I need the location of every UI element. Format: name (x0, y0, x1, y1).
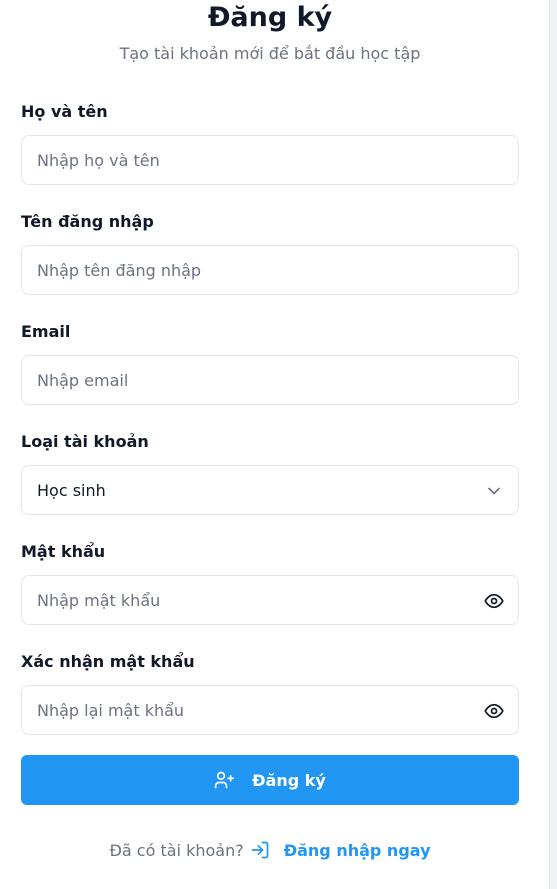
password-field[interactable]: Nhập mật khẩu (21, 575, 519, 625)
fullname-field[interactable]: Nhập họ và tên (21, 135, 519, 185)
login-link[interactable]: Đăng nhập ngay (284, 841, 431, 860)
register-card: Đăng ký Tạo tài khoản mới để bắt đầu học… (0, 0, 549, 889)
account-type-label: Loại tài khoản (21, 432, 149, 451)
eye-icon[interactable] (484, 701, 504, 721)
register-button[interactable]: Đăng ký (21, 755, 519, 805)
account-type-select[interactable]: Học sinh (21, 465, 519, 515)
account-type-value: Học sinh (37, 481, 106, 500)
scrollbar-track[interactable] (549, 0, 557, 889)
register-button-label: Đăng ký (252, 770, 326, 790)
log-in-icon (251, 841, 269, 859)
confirm-password-field[interactable]: Nhập lại mật khẩu (21, 685, 519, 735)
password-placeholder: Nhập mật khẩu (37, 591, 161, 610)
fullname-label: Họ và tên (21, 102, 108, 121)
confirm-password-label: Xác nhận mật khẩu (21, 652, 195, 671)
username-field[interactable]: Nhập tên đăng nhập (21, 245, 519, 295)
password-label: Mật khẩu (21, 542, 106, 561)
confirm-password-placeholder: Nhập lại mật khẩu (37, 701, 185, 720)
page-subtitle: Tạo tài khoản mới để bắt đầu học tập (119, 44, 421, 63)
username-label: Tên đăng nhập (21, 212, 154, 231)
eye-icon[interactable] (484, 591, 504, 611)
chevron-down-icon (488, 487, 500, 495)
page-title: Đăng ký (207, 2, 333, 33)
username-placeholder: Nhập tên đăng nhập (37, 261, 202, 280)
login-question: Đã có tài khoản? (109, 840, 244, 860)
email-label: Email (21, 322, 71, 341)
user-plus-icon (214, 771, 235, 789)
email-field[interactable]: Nhập email (21, 355, 519, 405)
email-placeholder: Nhập email (37, 371, 129, 390)
login-prompt: Đã có tài khoản? Đăng nhập ngay (0, 838, 540, 862)
fullname-placeholder: Nhập họ và tên (37, 151, 160, 170)
